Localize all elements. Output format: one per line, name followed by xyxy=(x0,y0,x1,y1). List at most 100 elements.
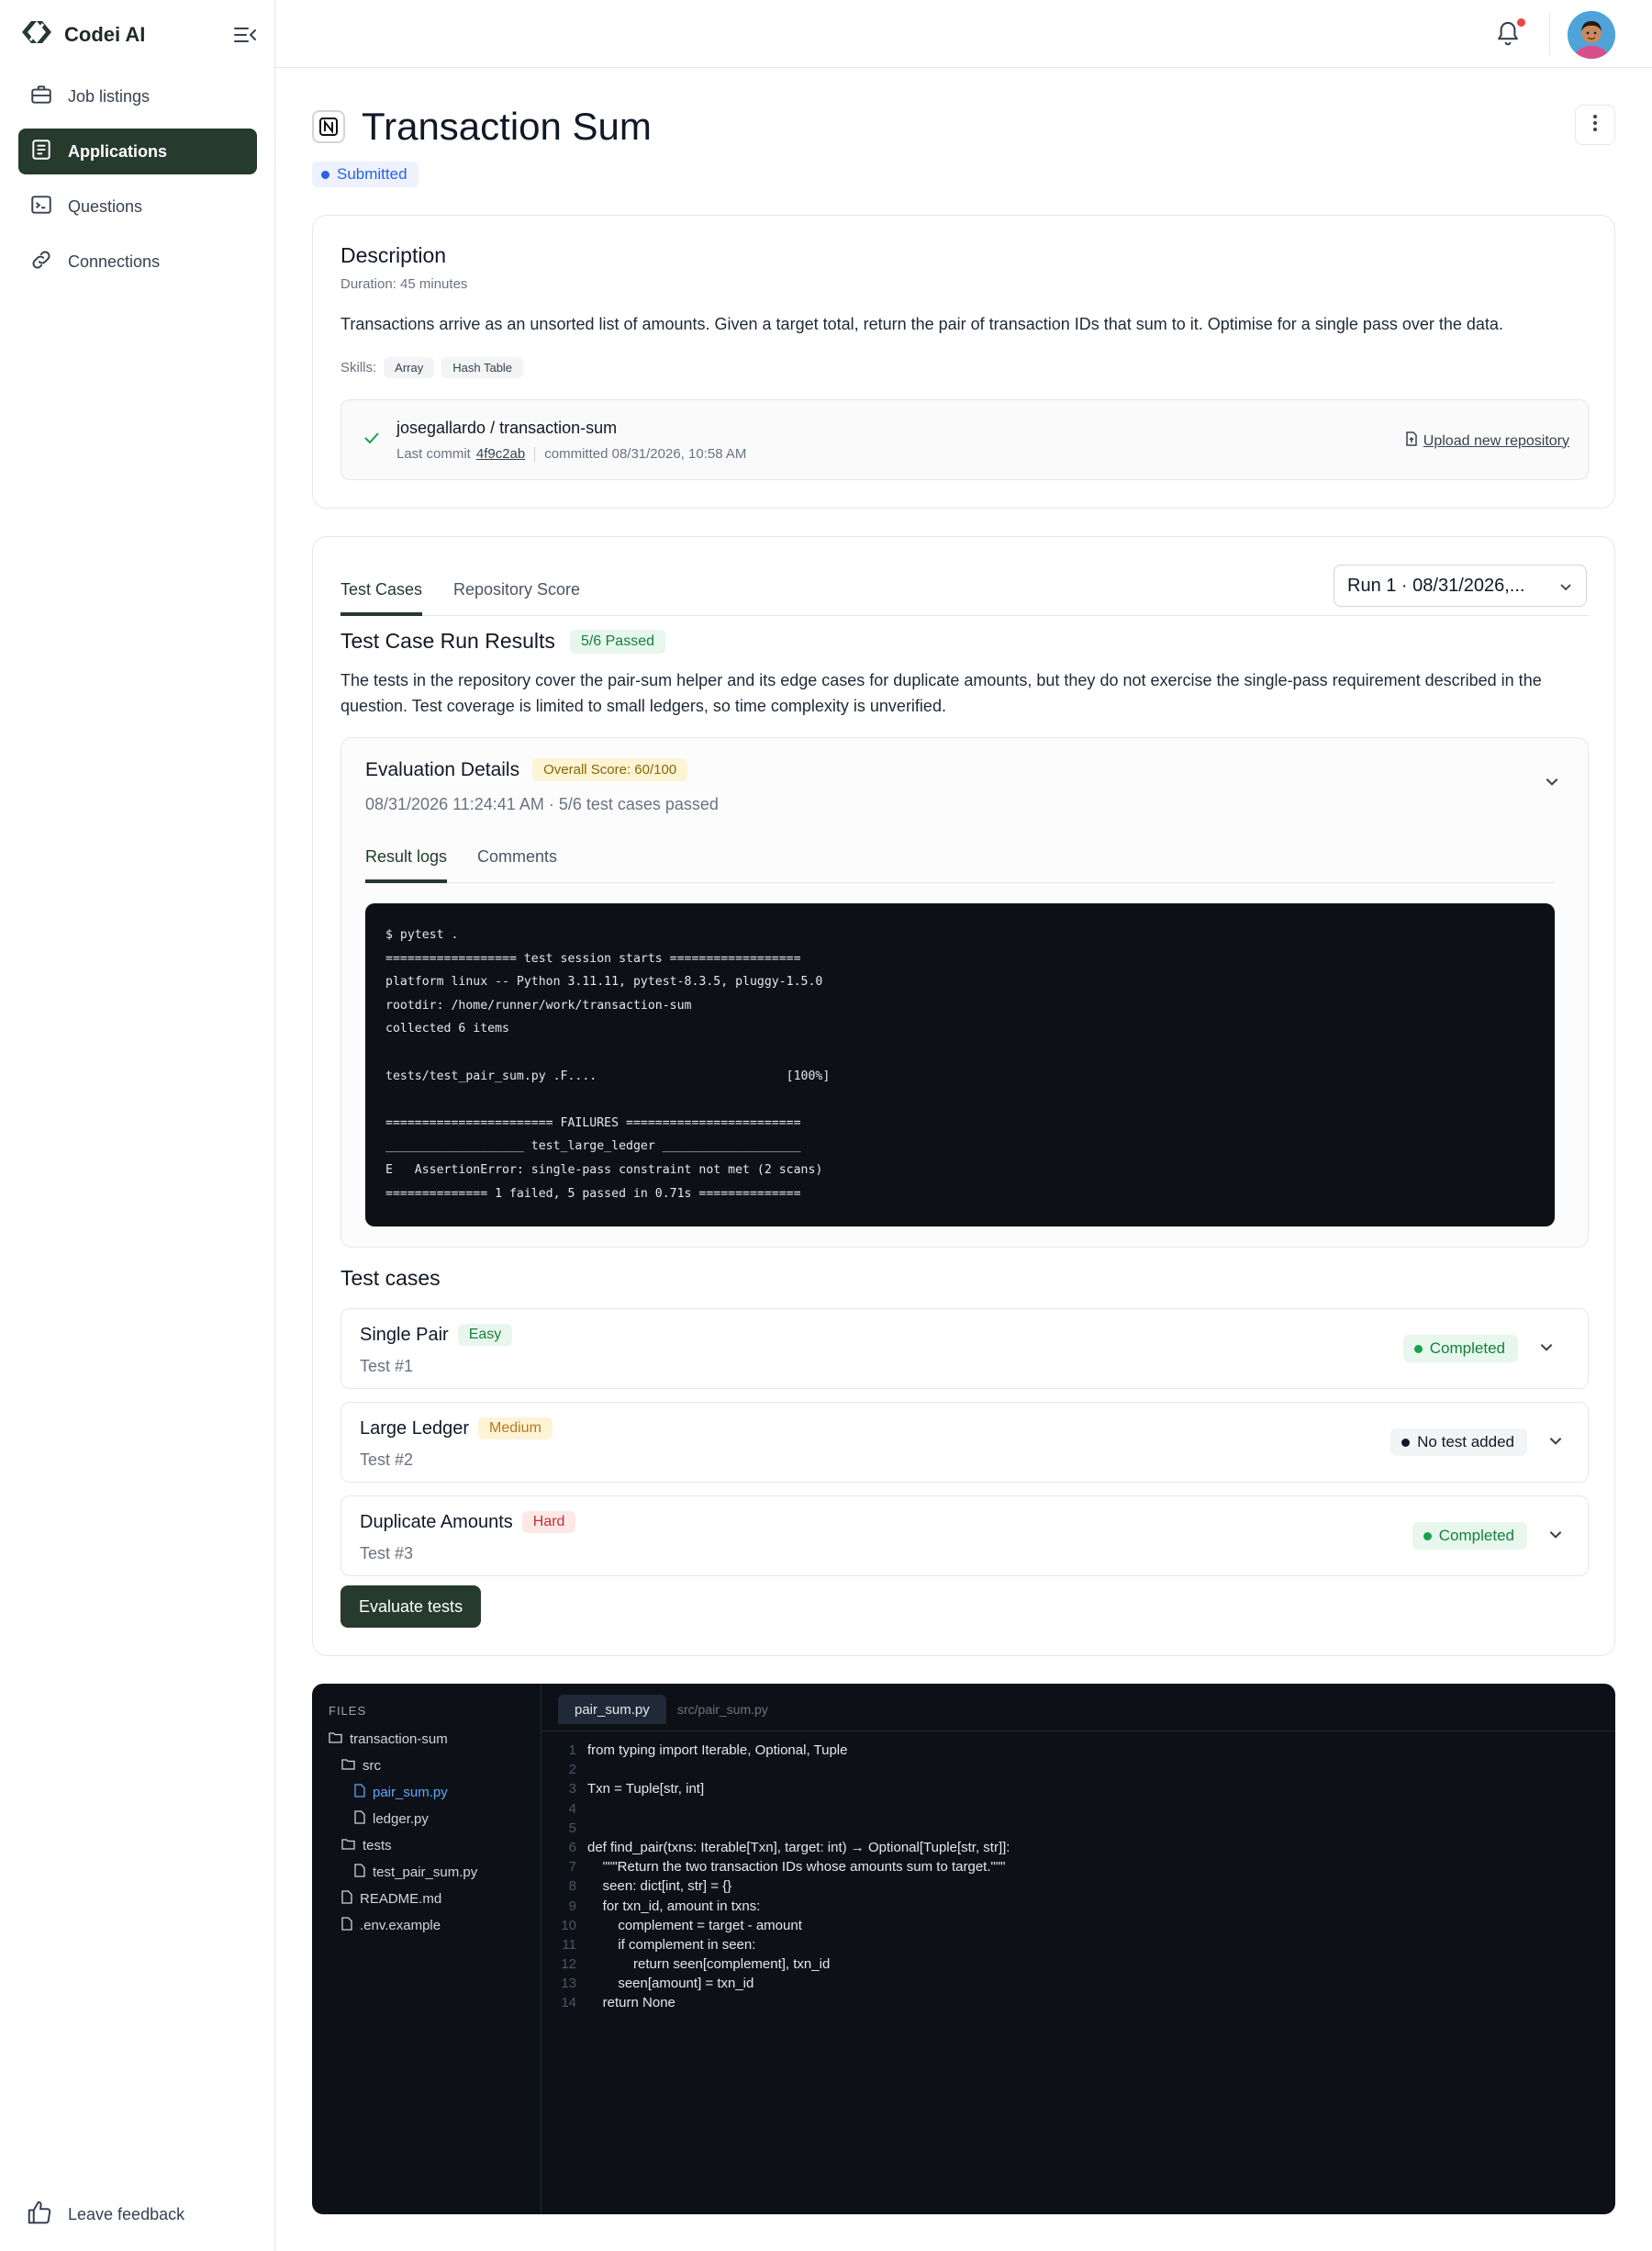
run-select[interactable]: Run 1 · 08/31/2026,... xyxy=(1334,565,1587,607)
chevron-down-icon[interactable] xyxy=(1547,1432,1564,1453)
sidebar-item-connections[interactable]: Connections xyxy=(18,239,257,285)
chevron-down-icon[interactable] xyxy=(1544,773,1560,794)
upload-repository-link[interactable]: Upload new repository xyxy=(1405,431,1569,451)
editor-tab-active[interactable]: pair_sum.py xyxy=(558,1695,666,1724)
folder-item[interactable]: src xyxy=(329,1753,540,1779)
terminal-icon xyxy=(29,193,53,221)
tab-test-cases[interactable]: Test Cases xyxy=(340,580,423,616)
file-item[interactable]: ledger.py xyxy=(329,1806,540,1832)
repository-meta: Last commit 4f9c2ab committed 08/31/2026… xyxy=(396,446,746,462)
line-content: return seen[complement], txn_id xyxy=(587,1956,831,1973)
file-item[interactable]: README.md xyxy=(329,1886,540,1912)
tab-repository-score[interactable]: Repository Score xyxy=(453,580,580,612)
run-results-header: Test Case Run Results 5/6 Passed xyxy=(340,629,665,654)
committed-date: committed 08/31/2026, 10:58 AM xyxy=(544,446,747,462)
leave-feedback-label: Leave feedback xyxy=(68,2205,185,2223)
status-dot xyxy=(321,170,329,179)
chevron-down-icon[interactable] xyxy=(1538,1338,1555,1360)
brand[interactable]: Codei AI xyxy=(18,18,145,50)
evaluation-details: Evaluation Details Overall Score: 60/100… xyxy=(340,737,1589,1248)
chevron-down-icon[interactable] xyxy=(1547,1526,1564,1547)
skill-chip: Array xyxy=(384,357,435,378)
bell-icon xyxy=(1494,21,1522,51)
notifications-button[interactable] xyxy=(1494,18,1525,50)
code-line: 7 """Return the two transaction IDs whos… xyxy=(541,1857,1615,1876)
collapse-sidebar-icon[interactable] xyxy=(233,24,259,48)
line-content: complement = target - amount xyxy=(587,1917,802,1933)
commit-hash-link[interactable]: 4f9c2ab xyxy=(476,446,525,462)
status-badge: No test added xyxy=(1390,1428,1527,1456)
tree-item-label: pair_sum.py xyxy=(373,1785,448,1800)
code-line: 3 Txn = Tuple[str, int] xyxy=(541,1779,1615,1798)
file-upload-icon xyxy=(1405,431,1418,451)
duration: Duration: 45 minutes xyxy=(340,276,468,292)
evaluation-title: Evaluation Details xyxy=(365,758,520,780)
tree-item-label: .env.example xyxy=(360,1918,441,1933)
evaluation-tabs: Result logs Comments xyxy=(365,841,1555,883)
avatar[interactable] xyxy=(1568,11,1615,59)
tab-comments[interactable]: Comments xyxy=(477,847,557,879)
file-tree: transaction-sum src pair_sum.py ledger.py te… xyxy=(329,1726,540,1939)
code-line: 6 def find_pair(txns: Iterable[Txn], targ… xyxy=(541,1838,1615,1857)
top-bar xyxy=(275,0,1652,68)
line-number: 11 xyxy=(562,1936,576,1953)
line-number: 4 xyxy=(568,1800,576,1817)
evaluation-header: Evaluation Details Overall Score: 60/100 xyxy=(365,758,688,781)
upload-repository-label: Upload new repository xyxy=(1423,432,1569,449)
evaluate-tests-button[interactable]: Evaluate tests xyxy=(340,1585,482,1628)
file-item[interactable]: .env.example xyxy=(329,1912,540,1939)
title-row: Transaction Sum xyxy=(312,105,652,149)
code-line: 14 return None xyxy=(541,1993,1615,2012)
test-case-number: Test #1 xyxy=(360,1357,414,1375)
run-results-title: Test Case Run Results xyxy=(340,629,555,653)
folder-item[interactable]: tests xyxy=(329,1832,540,1859)
run-summary: The tests in the repository cover the pa… xyxy=(340,671,1542,715)
chevron-down-icon xyxy=(1558,578,1573,599)
tree-item-label: src xyxy=(363,1758,381,1774)
more-options-button[interactable] xyxy=(1575,105,1615,145)
line-content: from typing import Iterable, Optional, T… xyxy=(587,1742,848,1758)
briefcase-icon xyxy=(29,83,53,111)
test-case-item[interactable]: Single Pair Easy Test #1 Completed xyxy=(340,1308,1589,1389)
sidebar-item-applications[interactable]: Applications xyxy=(18,129,257,174)
code-line: 5 xyxy=(541,1819,1615,1838)
file-item[interactable]: test_pair_sum.py xyxy=(329,1859,540,1886)
test-cases-heading: Test cases xyxy=(340,1266,441,1290)
sidebar-item-questions[interactable]: Questions xyxy=(18,184,257,230)
status-dot xyxy=(1401,1438,1411,1447)
file-icon xyxy=(354,1810,365,1828)
code-editor[interactable]: 1 from typing import Iterable, Optional, … xyxy=(541,1741,1615,2013)
passed-badge: 5/6 Passed xyxy=(569,629,665,654)
line-number: 7 xyxy=(568,1859,576,1876)
line-content: return None xyxy=(587,1995,675,2011)
sidebar-item-job-listings[interactable]: Job listings xyxy=(18,73,257,119)
status-label: No test added xyxy=(1417,1433,1514,1450)
code-line: 11 if complement in seen: xyxy=(541,1935,1615,1954)
tree-item-label: README.md xyxy=(360,1891,442,1907)
sidebar-item-label: Connections xyxy=(68,252,161,271)
tests-card: Test Cases Repository Score Run 1 · 08/3… xyxy=(312,536,1615,1656)
tree-item-label: test_pair_sum.py xyxy=(373,1865,478,1880)
test-case-name: Large Ledger xyxy=(360,1417,469,1439)
run-select-value: Run 1 · 08/31/2026,... xyxy=(1347,575,1525,596)
tab-result-logs[interactable]: Result logs xyxy=(365,847,448,883)
file-item[interactable]: pair_sum.py xyxy=(329,1779,540,1806)
file-icon xyxy=(341,1917,352,1934)
folder-item[interactable]: transaction-sum xyxy=(329,1726,540,1753)
file-explorer: FILES transaction-sum src pair_sum.py ledge… xyxy=(312,1684,541,2214)
test-case-name: Duplicate Amounts xyxy=(360,1511,513,1532)
leave-feedback-button[interactable]: Leave feedback xyxy=(26,2199,184,2231)
sidebar-item-label: Questions xyxy=(68,196,143,216)
difficulty-badge: Hard xyxy=(521,1511,576,1533)
test-case-item[interactable]: Duplicate Amounts Hard Test #3 Completed xyxy=(340,1495,1589,1576)
file-icon xyxy=(341,1890,352,1908)
repository-box: josegallardo / transaction-sum Last comm… xyxy=(340,399,1589,480)
line-content: Txn = Tuple[str, int] xyxy=(587,1781,705,1797)
status-badge: Submitted xyxy=(312,162,419,187)
code-line: 2 xyxy=(541,1760,1615,1779)
code-line: 8 seen: dict[int, str] = {} xyxy=(541,1876,1615,1896)
evaluation-meta: 08/31/2026 11:24:41 AM · 5/6 test cases … xyxy=(365,795,719,813)
test-case-item[interactable]: Large Ledger Medium Test #2 No test adde… xyxy=(340,1402,1589,1483)
more-vertical-icon xyxy=(1592,114,1598,137)
line-number: 3 xyxy=(568,1781,576,1797)
